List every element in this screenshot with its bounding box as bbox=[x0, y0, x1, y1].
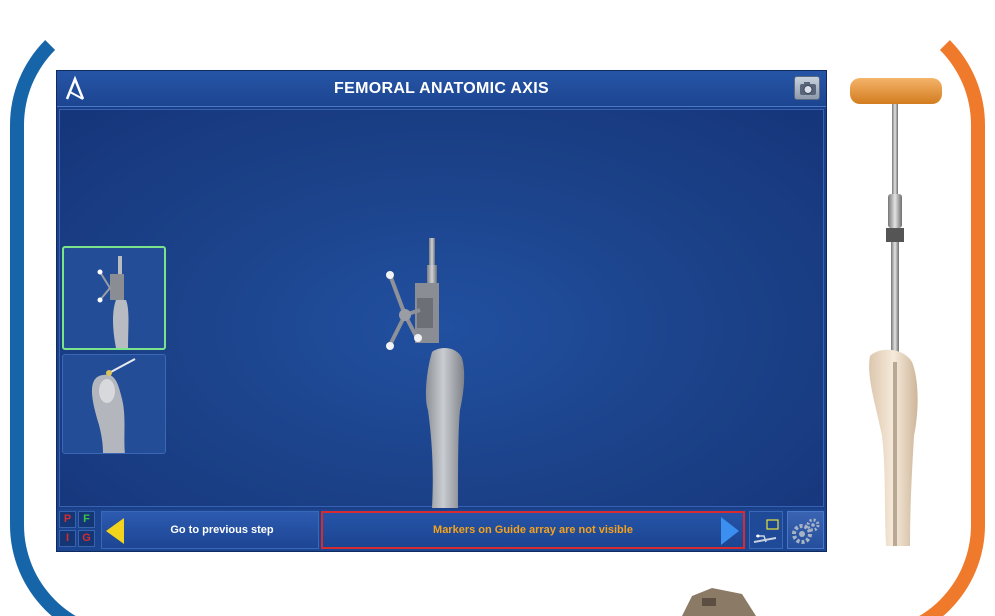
cutting-block-image bbox=[682, 588, 756, 616]
settings-button[interactable] bbox=[787, 511, 824, 549]
prev-arrow-icon bbox=[106, 518, 124, 544]
gears-icon bbox=[792, 518, 820, 544]
femur-guide-model bbox=[386, 238, 465, 508]
navigation-icon bbox=[753, 519, 779, 543]
title-bar: FEMORAL ANATOMIC AXIS bbox=[57, 71, 826, 107]
3d-viewport[interactable] bbox=[59, 109, 824, 508]
previous-step-button[interactable]: Go to previous step bbox=[101, 511, 319, 549]
app-window: FEMORAL ANATOMIC AXIS P F I G Go to prev… bbox=[56, 70, 827, 552]
camera-icon bbox=[800, 82, 816, 95]
thumbnail-landmark-image bbox=[91, 358, 136, 453]
next-arrow-icon[interactable] bbox=[721, 517, 739, 545]
indicator-i: I bbox=[59, 530, 76, 547]
indicator-p: P bbox=[59, 511, 76, 528]
stage: FEMORAL ANATOMIC AXIS P F I G Go to prev… bbox=[0, 0, 995, 616]
screenshot-button[interactable] bbox=[794, 76, 820, 100]
tracking-indicators: P F I G bbox=[59, 511, 97, 549]
instrument-image bbox=[850, 78, 942, 546]
status-message: Markers on Guide array are not visible bbox=[321, 511, 745, 549]
page-title: FEMORAL ANATOMIC AXIS bbox=[334, 80, 549, 97]
navigation-button[interactable] bbox=[749, 511, 783, 549]
indicator-g: G bbox=[78, 530, 95, 547]
previous-step-label: Go to previous step bbox=[170, 524, 274, 536]
thumbnail-guide-image bbox=[97, 256, 129, 348]
indicator-f: F bbox=[78, 511, 95, 528]
view-thumbnail-guide[interactable] bbox=[62, 246, 166, 350]
status-message-text: Markers on Guide array are not visible bbox=[433, 524, 633, 536]
status-bar: P F I G Go to previous step Markers on G… bbox=[57, 509, 826, 551]
view-thumbnail-landmark[interactable] bbox=[62, 354, 166, 454]
